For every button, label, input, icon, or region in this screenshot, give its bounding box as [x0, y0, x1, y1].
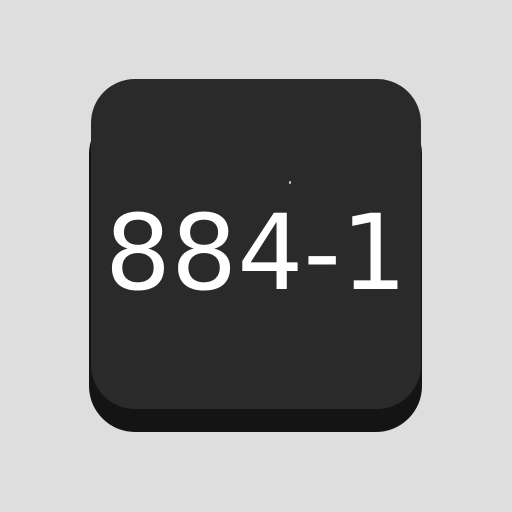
app-icon-label: 884-1 [104, 192, 408, 314]
tile-speck [289, 181, 291, 184]
screen: 884-1 [0, 0, 512, 512]
